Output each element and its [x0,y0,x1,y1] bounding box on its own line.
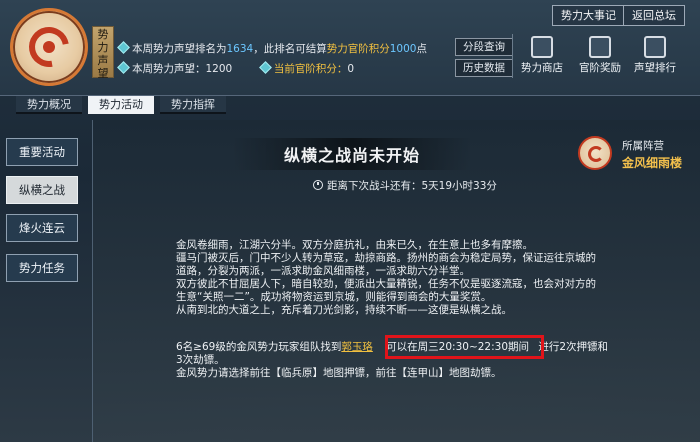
tab-activities[interactable]: 势力活动 [88,96,154,114]
header: 势力声望 本周势力声望排名为1634，此排名可结算势力官阶积分1000点 本周势… [0,0,700,96]
story-line: 疆马门被灭后，门中不少人转为草寇，劫掠商路。扬州的商会为稳定局势，保证运往京城的 [176,252,596,264]
highlight-box [385,335,544,359]
rank-middle: ，此排名可结算 [253,43,327,55]
reputation-label: 本周势力声望： [132,63,206,75]
reward-icon [589,36,611,58]
rank-points: 1000 [389,43,417,55]
countdown-value: 5天19小时33分 [421,180,497,192]
tips-prefix: 6名≥69级的金风势力玩家组队找到 [176,341,342,353]
reputation-rank-line: 本周势力声望排名为1634，此排名可结算势力官阶积分1000点 [117,41,427,56]
nav-item-important-activities[interactable]: 重要活动 [6,138,78,166]
rank-number: 1634 [226,43,254,55]
shop-icon [531,36,553,58]
nav-item-faction-tasks[interactable]: 势力任务 [6,254,78,282]
rank-suffix: 点 [416,43,427,55]
rank-highlight: 势力官阶积分 [326,43,390,55]
segment-query-button[interactable]: 分段查询 [455,38,513,56]
faction-events-button[interactable]: 势力大事记 [552,5,625,26]
npc-link[interactable]: 郭玉珞 [341,341,373,353]
reward-label: 官阶奖励 [579,62,621,74]
faction-name: 金风细雨楼 [622,156,683,170]
shop-label: 势力商店 [521,62,563,74]
official-rank-value: 0 [347,63,355,75]
story-line: 从南到北的大道之上，充斥着刀光剑影，持续不断——这便是纵横之战。 [176,304,512,316]
tab-command[interactable]: 势力指挥 [160,96,226,114]
nav-item-zongheng-battle[interactable]: 纵横之战 [6,176,78,204]
gem-icon [117,61,130,74]
page-title: 纵横之战尚未开始 [283,146,420,165]
reputation-value: 1200 [205,63,233,75]
nav-item-beacon[interactable]: 烽火连云 [6,214,78,242]
clock-icon [313,180,323,190]
faction-emblem-icon [10,8,88,86]
story-line: 双方彼此不甘屈居人下，暗自较劲，便派出大量精锐，任务不仅是驱逐流寇，也会对对方的 [176,278,596,290]
story-line: 生意“关照一二”。成功将物资运到京城，则能得到商会的大量奖赏。 [176,291,492,303]
story-line: 金风卷细雨，江湖六分半。双方分庭抗礼，由来已久，在生意上也多有摩擦。 [176,239,533,251]
story-text: 金风卷细雨，江湖六分半。双方分庭抗礼，由来已久，在生意上也多有摩擦。 疆马门被灭… [176,239,596,317]
shop-button[interactable]: 势力商店 [517,36,567,80]
history-data-button[interactable]: 历史数据 [455,59,513,77]
official-rank-label: 当前官阶积分： [273,63,348,75]
story-line: 道路，分裂为两派，一派求助金风细雨楼，一派求助六分半堂。 [176,265,470,277]
tab-overview[interactable]: 势力概况 [16,96,82,114]
faction-label: 所属阵营 [622,140,664,152]
rank-prefix: 本周势力声望排名为 [132,43,227,55]
reputation-value-line: 本周势力声望：1200 当前官阶积分：0 [117,61,355,76]
ranking-button[interactable]: 声望排行 [630,36,680,80]
gem-icon [259,61,272,74]
countdown-label: 距离下次战斗还有： [327,180,422,192]
gem-icon [117,41,130,54]
tips-suffix: 进行2次押镖和 [538,341,609,353]
return-base-button[interactable]: 返回总坛 [623,5,685,26]
ranking-label: 声望排行 [634,62,676,74]
countdown: 距离下次战斗还有：5天19小时33分 [313,178,497,193]
tips-line-3: 金风势力请选择前往【临兵原】地图押镖，前往【连甲山】地图劫镖。 [176,367,502,379]
reputation-tag: 势力声望 [92,26,114,80]
app-root: 势力声望 本周势力声望排名为1634，此排名可结算势力官阶积分1000点 本周势… [0,0,700,442]
header-divider [512,34,513,78]
faction-badge-icon [578,136,612,170]
ranking-icon [644,36,666,58]
rank-reward-button[interactable]: 官阶奖励 [575,36,625,80]
